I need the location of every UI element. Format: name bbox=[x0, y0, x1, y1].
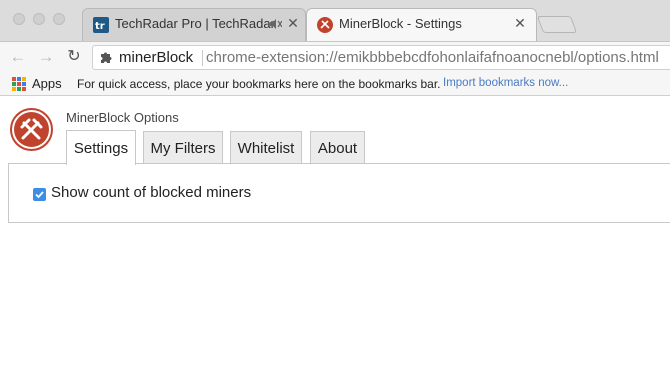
forward-arrow-icon[interactable]: → bbox=[36, 47, 56, 67]
address-bar[interactable]: minerBlock chrome-extension://emikbbbebc… bbox=[92, 45, 670, 70]
puzzle-icon bbox=[101, 52, 112, 63]
show-count-label[interactable]: Show count of blocked miners bbox=[51, 184, 251, 201]
minerblock-icon bbox=[317, 17, 333, 33]
import-bookmarks-link[interactable]: Import bookmarks now... bbox=[443, 77, 568, 89]
tab-close-icon[interactable]: ✕ bbox=[512, 15, 528, 31]
tab-strip: tr TechRadar Pro | TechRadar ✕ MinerBloc… bbox=[0, 0, 670, 41]
reload-icon[interactable]: ↻ bbox=[64, 47, 84, 67]
browser-tab-minerblock[interactable]: MinerBlock - Settings ✕ bbox=[306, 8, 537, 41]
svg-text:tr: tr bbox=[95, 21, 105, 32]
zoom-window-button[interactable] bbox=[53, 13, 65, 25]
address-divider bbox=[202, 50, 203, 66]
tab-whitelist[interactable]: Whitelist bbox=[230, 131, 302, 164]
tab-about[interactable]: About bbox=[310, 131, 365, 164]
minerblock-logo-icon bbox=[10, 108, 53, 151]
show-count-checkbox[interactable] bbox=[33, 188, 46, 201]
browser-tab-techradar[interactable]: tr TechRadar Pro | TechRadar ✕ bbox=[82, 8, 306, 41]
back-arrow-icon[interactable]: ← bbox=[8, 47, 28, 67]
settings-panel: Show count of blocked miners bbox=[8, 163, 670, 223]
techradar-icon: tr bbox=[93, 17, 109, 33]
tab-my-filters[interactable]: My Filters bbox=[143, 131, 223, 164]
tab-close-icon[interactable]: ✕ bbox=[285, 15, 301, 31]
browser-toolbar: ← → ↻ minerBlock chrome-extension://emik… bbox=[0, 41, 670, 72]
page-title: MinerBlock Options bbox=[66, 110, 179, 125]
minimize-window-button[interactable] bbox=[33, 13, 45, 25]
close-window-button[interactable] bbox=[13, 13, 25, 25]
bookmarks-bar: Apps For quick access, place your bookma… bbox=[0, 72, 670, 96]
tab-title: TechRadar Pro | TechRadar bbox=[115, 16, 275, 31]
tab-settings[interactable]: Settings bbox=[66, 130, 136, 165]
apps-link[interactable]: Apps bbox=[32, 76, 62, 91]
site-name: minerBlock bbox=[119, 49, 194, 66]
new-tab-button[interactable] bbox=[536, 16, 578, 33]
apps-grid-icon[interactable] bbox=[12, 77, 26, 91]
checkmark-icon bbox=[35, 191, 44, 199]
muted-speaker-icon[interactable] bbox=[268, 17, 282, 31]
url-text[interactable]: chrome-extension://emikbbbebcdfohonlaifa… bbox=[206, 49, 659, 66]
tab-title: MinerBlock - Settings bbox=[339, 16, 462, 31]
bookmarks-hint: For quick access, place your bookmarks h… bbox=[77, 77, 441, 91]
